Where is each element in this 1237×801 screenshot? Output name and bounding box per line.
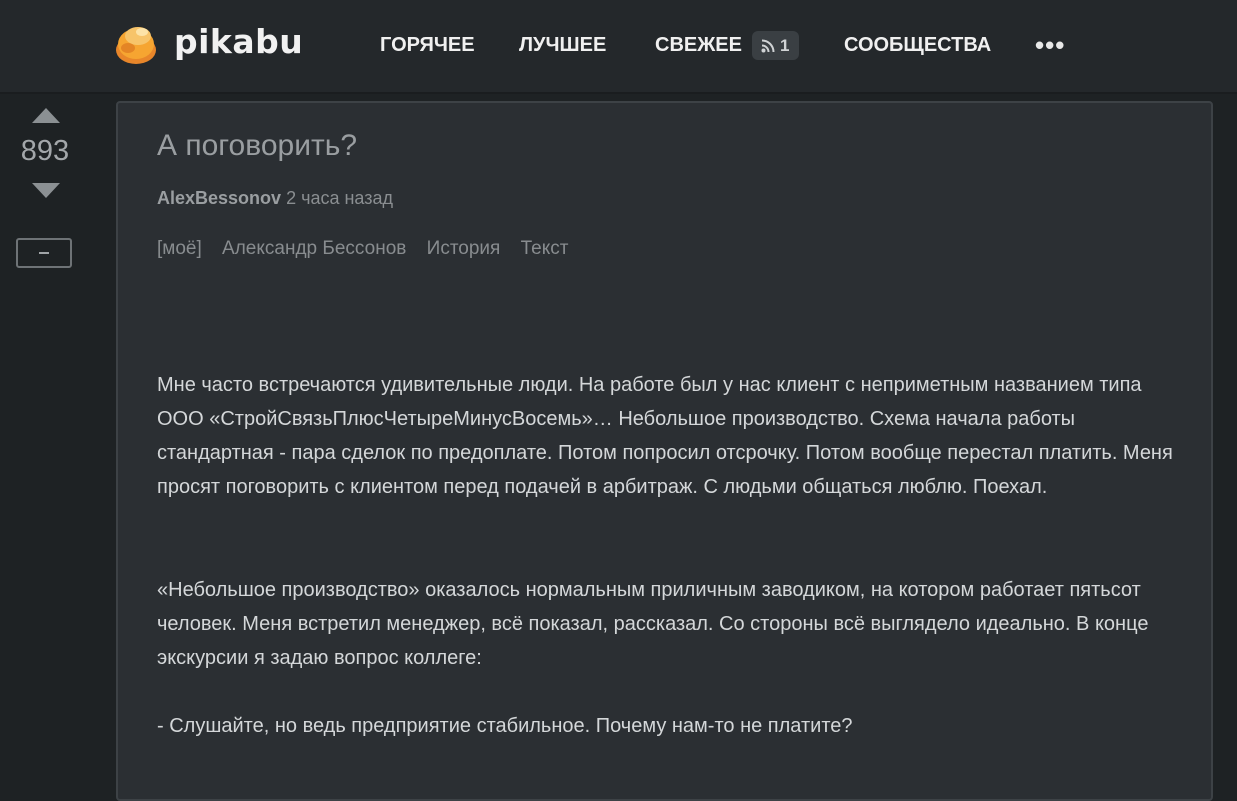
- post-meta: AlexBessonov 2 часа назад: [157, 188, 393, 209]
- collapse-post-button[interactable]: [16, 238, 72, 268]
- post-rating: 893: [20, 135, 70, 167]
- post-time: 2 часа назад: [286, 188, 394, 208]
- pikabu-logo-text[interactable]: pikabu: [174, 22, 303, 61]
- minus-icon: [39, 252, 49, 254]
- tag-item[interactable]: Александр Бессонов: [222, 238, 406, 259]
- post-title[interactable]: А поговорить?: [157, 129, 357, 163]
- fresh-badge-count: 1: [780, 36, 790, 55]
- nav-best[interactable]: ЛУЧШЕЕ: [519, 34, 606, 57]
- post-paragraph: Мне часто встречаются удивительные люди.…: [157, 374, 1173, 498]
- tag-item[interactable]: История: [427, 238, 501, 259]
- nav-fresh[interactable]: СВЕЖЕЕ: [655, 34, 742, 57]
- upvote-arrow-icon[interactable]: [32, 108, 60, 123]
- pikabu-logo-icon[interactable]: [114, 22, 158, 66]
- post-paragraph: - Слушайте, но ведь предприятие стабильн…: [157, 715, 853, 737]
- nav-hot[interactable]: ГОРЯЧЕЕ: [380, 34, 475, 57]
- post-author[interactable]: AlexBessonov: [157, 188, 281, 208]
- more-menu-icon[interactable]: •••: [1035, 30, 1065, 61]
- nav-communities[interactable]: СООБЩЕСТВА: [844, 34, 991, 57]
- post-paragraph: «Небольшое производство» оказалось норма…: [157, 579, 1149, 669]
- tag-item[interactable]: [моё]: [157, 238, 202, 259]
- downvote-arrow-icon[interactable]: [32, 183, 60, 198]
- rss-icon: [761, 39, 775, 53]
- fresh-subscriptions-badge[interactable]: 1: [752, 31, 799, 60]
- top-navigation-bar: pikabu ГОРЯЧЕЕ ЛУЧШЕЕ СВЕЖЕЕ 1 СООБЩЕСТВ…: [0, 0, 1237, 94]
- tag-item[interactable]: Текст: [521, 238, 569, 259]
- post-tags: [моё] Александр Бессонов История Текст: [157, 238, 583, 260]
